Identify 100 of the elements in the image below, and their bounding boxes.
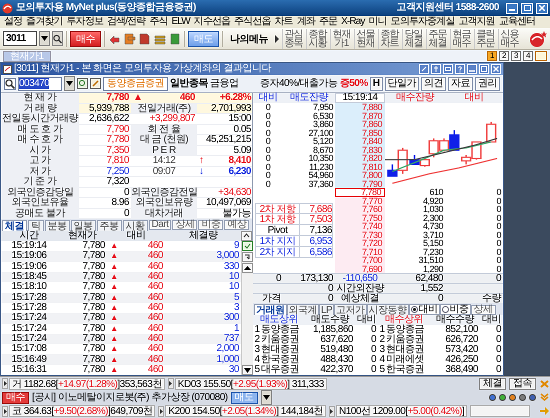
tab[interactable]: 시장동향: [366, 304, 409, 315]
shortcut-button[interactable]: 선물 현재: [354, 28, 376, 48]
price-cell[interactable]: 7,880: [335, 103, 385, 112]
shortcut-button[interactable]: 클릭 주문: [474, 28, 496, 48]
price-cell[interactable]: 7,760: [335, 205, 385, 214]
price-cell[interactable]: 7,780: [335, 188, 385, 197]
menu-item[interactable]: 주식: [147, 16, 170, 28]
tab[interactable]: 일봉: [70, 220, 96, 231]
sort-icon[interactable]: [241, 231, 252, 241]
price-cell[interactable]: 7,860: [335, 120, 385, 128]
dropdown-button[interactable]: [39, 31, 50, 46]
tab[interactable]: 체결: [2, 220, 27, 231]
dropdown-button[interactable]: [260, 390, 272, 405]
menu-item[interactable]: 지수선옵: [192, 16, 232, 28]
menu-item[interactable]: 설정: [2, 16, 24, 28]
price-cell[interactable]: 7,800: [335, 171, 385, 180]
tab[interactable]: 고저가: [334, 304, 367, 315]
expand-arrow-icon[interactable]: [168, 378, 174, 390]
edit-icon[interactable]: [90, 78, 101, 89]
price-cell[interactable]: 7,720: [335, 239, 385, 248]
page-button[interactable]: 4: [523, 51, 533, 61]
code-field[interactable]: 3011: [3, 31, 37, 46]
page-button[interactable]: 1: [487, 51, 497, 61]
menu-item[interactable]: 고객지원: [456, 16, 497, 28]
help-button[interactable]: [455, 64, 465, 74]
print-button[interactable]: [443, 64, 453, 74]
shortcut-button[interactable]: 관심 종목: [282, 28, 304, 48]
menu-item[interactable]: 주문: [316, 16, 340, 28]
dropdown-button[interactable]: [64, 76, 75, 91]
shortcut-button[interactable]: 현금 매수: [450, 28, 472, 48]
lookup-icon[interactable]: [77, 78, 88, 89]
toolbar-button[interactable]: 권리: [475, 76, 500, 90]
price-cell[interactable]: 7,840: [335, 137, 385, 146]
tab-button[interactable]: 비중: [198, 220, 224, 230]
expand-arrow-icon[interactable]: [2, 378, 8, 390]
menu-item[interactable]: 계좌: [294, 16, 317, 28]
link-button[interactable]: [419, 64, 429, 74]
tab[interactable]: 거래원: [254, 304, 286, 315]
check-icon[interactable]: [242, 241, 253, 251]
toolbar-button[interactable]: H: [370, 76, 382, 90]
document-icon[interactable]: [123, 32, 136, 46]
price-cell[interactable]: 7,820: [335, 154, 385, 162]
menu-item[interactable]: 투자정보: [64, 16, 106, 28]
expand-arrow-icon[interactable]: [158, 406, 164, 417]
search-button[interactable]: [52, 31, 63, 46]
tab[interactable]: 외국계: [286, 304, 319, 315]
scroll-down-button[interactable]: [242, 365, 253, 375]
shortcut-button[interactable]: 주문 체결: [426, 28, 448, 48]
radio-button[interactable]: [410, 306, 418, 313]
shortcut-button[interactable]: 종합 시황: [306, 28, 328, 48]
expand-arrow-icon[interactable]: [328, 406, 335, 417]
maximize-button[interactable]: [521, 2, 533, 14]
minimize-button[interactable]: [467, 64, 477, 74]
status-button[interactable]: 접속: [509, 378, 536, 390]
minimize-button[interactable]: [506, 2, 518, 14]
toolbar-button[interactable]: 의견: [421, 76, 446, 90]
menu-item[interactable]: X-Ray: [339, 16, 366, 28]
refresh-icon[interactable]: [242, 252, 253, 262]
close-button[interactable]: [536, 2, 548, 14]
tab-button[interactable]: Dart: [148, 220, 172, 230]
stock-code-field[interactable]: 003470: [18, 76, 62, 90]
page-button[interactable]: 2: [499, 51, 509, 61]
document-icon[interactable]: [138, 32, 151, 46]
price-cell[interactable]: 7,700: [335, 256, 385, 264]
window-icon[interactable]: [535, 51, 547, 61]
maximize-button[interactable]: [479, 64, 489, 74]
detail-button[interactable]: 상세: [470, 305, 496, 315]
toolbar-button[interactable]: 자료: [448, 76, 473, 90]
menu-item[interactable]: ELW: [170, 16, 192, 28]
tab-button[interactable]: 상세: [172, 220, 198, 230]
expand-arrow-icon[interactable]: [274, 34, 280, 42]
tab[interactable]: 분봉: [44, 220, 70, 231]
search-icon[interactable]: [4, 78, 16, 90]
page-button[interactable]: 3: [511, 51, 521, 61]
tab[interactable]: 틱: [28, 220, 44, 231]
buy-button[interactable]: 매수: [2, 392, 29, 404]
shortcut-button[interactable]: 신용 매수: [498, 28, 520, 48]
toolbar-button[interactable]: 단일가: [384, 76, 419, 90]
document-icon[interactable]: [168, 32, 181, 46]
menu-item[interactable]: 교육센터: [496, 16, 538, 28]
tab[interactable]: 주봉: [96, 220, 122, 231]
menu-item[interactable]: 모의투자중계실: [388, 16, 456, 28]
menu-item[interactable]: 차트: [272, 16, 295, 28]
pin-button[interactable]: [431, 64, 441, 74]
tab-button[interactable]: 예상: [224, 220, 250, 230]
radio-button[interactable]: [442, 306, 449, 313]
scroll-up-button[interactable]: [242, 263, 253, 273]
tab[interactable]: 시황: [122, 220, 148, 231]
buy-button[interactable]: 매수: [70, 30, 101, 46]
expand-arrow-icon[interactable]: [2, 406, 8, 417]
my-menu-button[interactable]: 나의메뉴: [226, 30, 272, 46]
menu-item[interactable]: 검색/전략: [105, 16, 148, 28]
menu-item[interactable]: 즐겨찾기: [24, 16, 65, 28]
shortcut-button[interactable]: 현재 가1: [330, 28, 352, 48]
shortcut-button[interactable]: 당일 체결: [402, 28, 424, 48]
close-button[interactable]: [491, 64, 501, 74]
shortcut-button[interactable]: 종합 차트: [378, 28, 400, 48]
menu-item[interactable]: 주식선옵: [232, 16, 273, 28]
status-button[interactable]: 체결: [479, 378, 506, 390]
tab[interactable]: LP: [319, 304, 334, 315]
